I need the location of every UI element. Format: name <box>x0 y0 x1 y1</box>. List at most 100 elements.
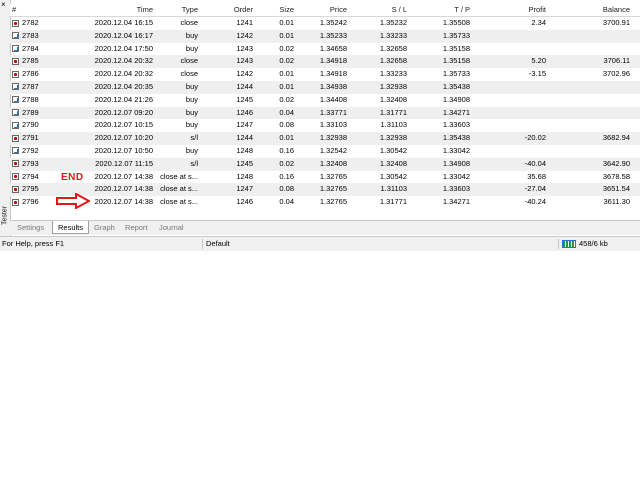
table-row[interactable]: 2796 2020.12.07 14:38 close at s... 1246 0.0… <box>10 196 640 209</box>
cell-tp: 1.35438 <box>442 81 470 91</box>
col-type-header[interactable]: Type <box>160 4 198 16</box>
cell-size: 0.02 <box>279 158 294 168</box>
cell-type: close at s... <box>160 171 198 181</box>
tab-settings[interactable]: Settings <box>12 221 49 234</box>
cell-type: close at s... <box>160 197 198 207</box>
cell-time: 2020.12.04 20:32 <box>94 69 153 79</box>
cell-order: 1244 <box>236 81 253 91</box>
cell-sl: 1.30542 <box>379 171 407 181</box>
cell-type: buy <box>185 107 198 117</box>
col-time-header[interactable]: Time <box>65 4 153 16</box>
cell-time: 2020.12.07 10:50 <box>94 145 153 155</box>
cell-balance: 3651.54 <box>602 184 630 194</box>
cell-order: 1242 <box>236 30 253 40</box>
cell-order: 1241 <box>236 18 253 27</box>
cell-time: 2020.12.07 10:15 <box>94 120 153 130</box>
cell-size: 0.02 <box>279 94 294 104</box>
table-row[interactable]: 2789 2020.12.07 09:20 buy 1246 0.04 1.33771 1.… <box>10 106 640 120</box>
cell-tp: 1.33603 <box>442 184 470 194</box>
table-row[interactable]: 2787 2020.12.04 20:35 buy 1244 0.01 1.34938 1.… <box>10 80 640 94</box>
table-row[interactable]: 2794 2020.12.07 14:38 close at s... 1248 0.1… <box>10 171 640 184</box>
cell-type: buy <box>185 30 198 40</box>
cell-balance: 3700.91 <box>602 18 630 27</box>
cell-profit: -20.02 <box>524 133 546 143</box>
cell-tp: 1.34271 <box>442 197 470 207</box>
cell-price: 1.32765 <box>319 171 347 181</box>
close-order-icon <box>12 134 19 142</box>
cell-profit: -40.24 <box>524 197 546 207</box>
close-order-icon <box>12 57 19 65</box>
cell-balance: 3702.96 <box>602 69 630 79</box>
close-icon[interactable]: × <box>1 1 6 9</box>
col-balance-header[interactable]: Balance <box>555 4 630 16</box>
table-row[interactable]: 2786 2020.12.04 20:32 close 1242 0.01 1.34918… <box>10 68 640 81</box>
cell-num: 2783 <box>22 30 39 40</box>
cell-time: 2020.12.04 16:17 <box>94 30 153 40</box>
col-sl-header[interactable]: S / L <box>355 4 407 16</box>
cell-sl: 1.31103 <box>380 184 407 194</box>
traffic-text: 458/6 kb <box>579 239 608 248</box>
cell-type: buy <box>185 43 198 53</box>
cell-sl: 1.35232 <box>379 18 407 27</box>
table-row[interactable]: 2785 2020.12.04 20:32 close 1243 0.02 1.34918… <box>10 55 640 69</box>
close-order-icon <box>12 70 19 78</box>
cell-size: 0.04 <box>279 107 294 117</box>
cell-price: 1.32765 <box>319 184 347 194</box>
cell-profit: -3.15 <box>528 69 546 79</box>
cell-profit: 35.68 <box>527 171 546 181</box>
cell-sl: 1.32938 <box>379 133 407 143</box>
col-tp-header[interactable]: T / P <box>415 4 470 16</box>
cell-sl: 1.32408 <box>379 158 407 168</box>
cell-sl: 1.30542 <box>379 145 407 155</box>
tab-results[interactable]: Results <box>52 221 90 234</box>
table-row[interactable]: 2784 2020.12.04 17:50 buy 1243 0.02 1.34658 1.… <box>10 43 640 56</box>
tab-report[interactable]: Report <box>120 221 153 234</box>
table-row[interactable]: 2791 2020.12.07 10:20 s/l 1244 0.01 1.32938 1.… <box>10 132 640 145</box>
cell-type: s/l <box>190 133 199 143</box>
col-profit-header[interactable]: Profit <box>488 4 546 16</box>
col-hash-header[interactable]: # <box>12 4 22 16</box>
cell-sl: 1.32408 <box>379 94 407 104</box>
cell-order: 1246 <box>236 197 253 207</box>
cell-size: 0.04 <box>279 197 294 207</box>
cell-balance: 3611.30 <box>603 197 630 207</box>
close-order-icon <box>12 160 19 168</box>
table-header: # Time Type Order Size Price S / L T / P… <box>10 4 640 17</box>
table-row[interactable]: 2788 2020.12.04 21:26 buy 1245 0.02 1.34408 1.… <box>10 94 640 107</box>
col-price-header[interactable]: Price <box>300 4 347 16</box>
cell-size: 0.01 <box>279 133 294 143</box>
cell-type: buy <box>185 94 198 104</box>
cell-price: 1.33771 <box>319 107 347 117</box>
cell-sl: 1.33233 <box>379 69 407 79</box>
col-order-header[interactable]: Order <box>210 4 253 16</box>
tab-graph[interactable]: Graph <box>89 221 120 234</box>
cell-price: 1.34918 <box>319 56 347 66</box>
col-size-header[interactable]: Size <box>258 4 294 16</box>
table-row[interactable]: 2782 2020.12.04 16:15 close 1241 0.01 1.35242… <box>10 17 640 30</box>
cell-tp: 1.34271 <box>442 107 470 117</box>
end-annotation: END <box>61 172 84 183</box>
cell-profit: 2.34 <box>531 18 546 27</box>
buy-order-icon <box>12 96 19 104</box>
tester-label: Tester <box>1 205 9 226</box>
table-row[interactable]: 2783 2020.12.04 16:17 buy 1242 0.01 1.35233 1.… <box>10 29 640 43</box>
cell-sl: 1.31103 <box>380 120 407 130</box>
cell-size: 0.01 <box>279 30 294 40</box>
cell-tp: 1.33603 <box>442 120 470 130</box>
table-row[interactable]: 2795 2020.12.07 14:38 close at s... 1247 0.0… <box>10 183 640 197</box>
table-row[interactable]: 2793 2020.12.07 11:15 s/l 1245 0.02 1.32408 1.… <box>10 157 640 171</box>
cell-price: 1.32938 <box>319 133 347 143</box>
table-row[interactable]: 2792 2020.12.07 10:50 buy 1248 0.16 1.32542 1.… <box>10 145 640 158</box>
cell-size: 0.02 <box>279 56 294 66</box>
close-order-icon <box>12 173 19 181</box>
table-row[interactable]: 2790 2020.12.07 10:15 buy 1247 0.08 1.33103 1.… <box>10 119 640 132</box>
cell-num: 2788 <box>22 94 39 104</box>
cell-time: 2020.12.04 21:26 <box>94 94 153 104</box>
cell-sl: 1.33233 <box>379 30 407 40</box>
cell-time: 2020.12.04 20:35 <box>94 81 153 91</box>
cell-order: 1247 <box>236 120 253 130</box>
cell-tp: 1.35733 <box>442 30 470 40</box>
cell-order: 1245 <box>236 158 253 168</box>
tab-journal[interactable]: Journal <box>154 221 189 234</box>
cell-profit: -40.04 <box>524 158 546 168</box>
